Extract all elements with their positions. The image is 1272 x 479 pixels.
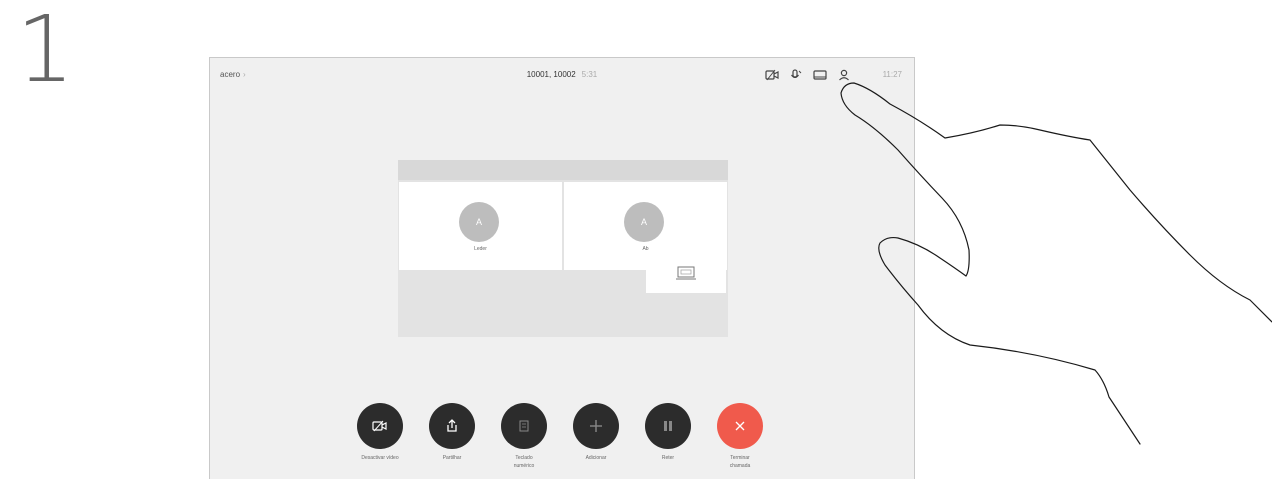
pointing-hand-illustration — [840, 82, 1272, 445]
